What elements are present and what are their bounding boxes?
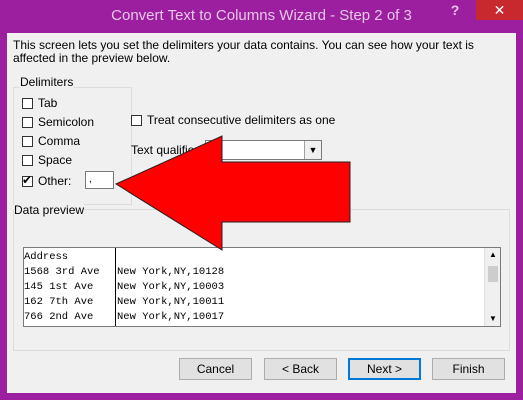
delimiters-legend: Delimiters [19,75,75,89]
tab-checkbox-label: Tab [38,96,58,110]
chevron-down-icon[interactable]: ▼ [304,141,321,159]
cancel-button[interactable]: Cancel [179,358,252,380]
preview-scrollbar[interactable]: ▲ ▼ [484,248,500,326]
comma-checkbox-label: Comma [38,134,81,148]
preview-cell: 766 2nd Ave [24,311,94,323]
preview-cell: New York,NY,10003 [117,281,225,293]
title-bar[interactable]: Convert Text to Columns Wizard - Step 2 … [0,0,523,33]
semicolon-checkbox-label: Semicolon [38,115,95,129]
scroll-down-icon[interactable]: ▼ [485,312,500,326]
consecutive-delimiters-label: Treat consecutive delimiters as one [147,113,336,127]
preview-cell: New York,NY,10011 [117,296,225,308]
consecutive-delimiters-checkbox[interactable] [131,114,142,126]
scroll-thumb[interactable] [488,266,498,282]
other-checkbox[interactable] [22,173,33,187]
comma-checkbox[interactable] [22,135,33,147]
scroll-up-icon[interactable]: ▲ [485,248,500,262]
consecutive-checkbox-row[interactable]: Treat consecutive delimiters as one [131,112,335,128]
other-delimiter-input[interactable]: , [85,171,114,189]
finish-button[interactable]: Finish [432,358,505,380]
other-checkbox-label: Other: [38,174,72,188]
data-preview-box[interactable]: Address 1568 3rd Ave New York,NY,10128 1… [23,247,501,327]
semicolon-checkbox[interactable] [22,116,33,128]
semicolon-checkbox-row[interactable]: Semicolon [22,114,94,130]
tab-checkbox-row[interactable]: Tab [22,95,57,111]
preview-cell: 145 1st Ave [24,281,94,293]
intro-text: This screen lets you set the delimiters … [13,38,474,65]
help-button[interactable]: ? [440,0,470,20]
space-checkbox[interactable] [22,154,33,166]
preview-cell: 1568 3rd Ave [24,266,100,278]
data-preview-legend: Data preview [14,203,85,217]
comma-checkbox-row[interactable]: Comma [22,133,80,149]
text-qualifier-label: Text qualifier: [131,143,202,157]
space-checkbox-label: Space [38,153,73,167]
wizard-window: Convert Text to Columns Wizard - Step 2 … [0,0,523,400]
dialog-body: This screen lets you set the delimiters … [7,33,516,393]
preview-cell: New York,NY,10128 [117,266,225,278]
text-qualifier-select[interactable]: " ▼ [205,140,322,160]
tab-checkbox[interactable] [22,97,33,109]
preview-cell: New York,NY,10017 [117,311,225,323]
back-button[interactable]: < Back [264,358,337,380]
close-button[interactable]: ✕ [476,0,523,20]
preview-cell: Address [24,251,69,263]
space-checkbox-row[interactable]: Space [22,152,72,168]
text-qualifier-value: " [210,143,214,155]
other-checkbox-row[interactable]: Other: [22,173,71,189]
next-button[interactable]: Next > [348,358,421,380]
preview-cell: 162 7th Ave [24,296,94,308]
